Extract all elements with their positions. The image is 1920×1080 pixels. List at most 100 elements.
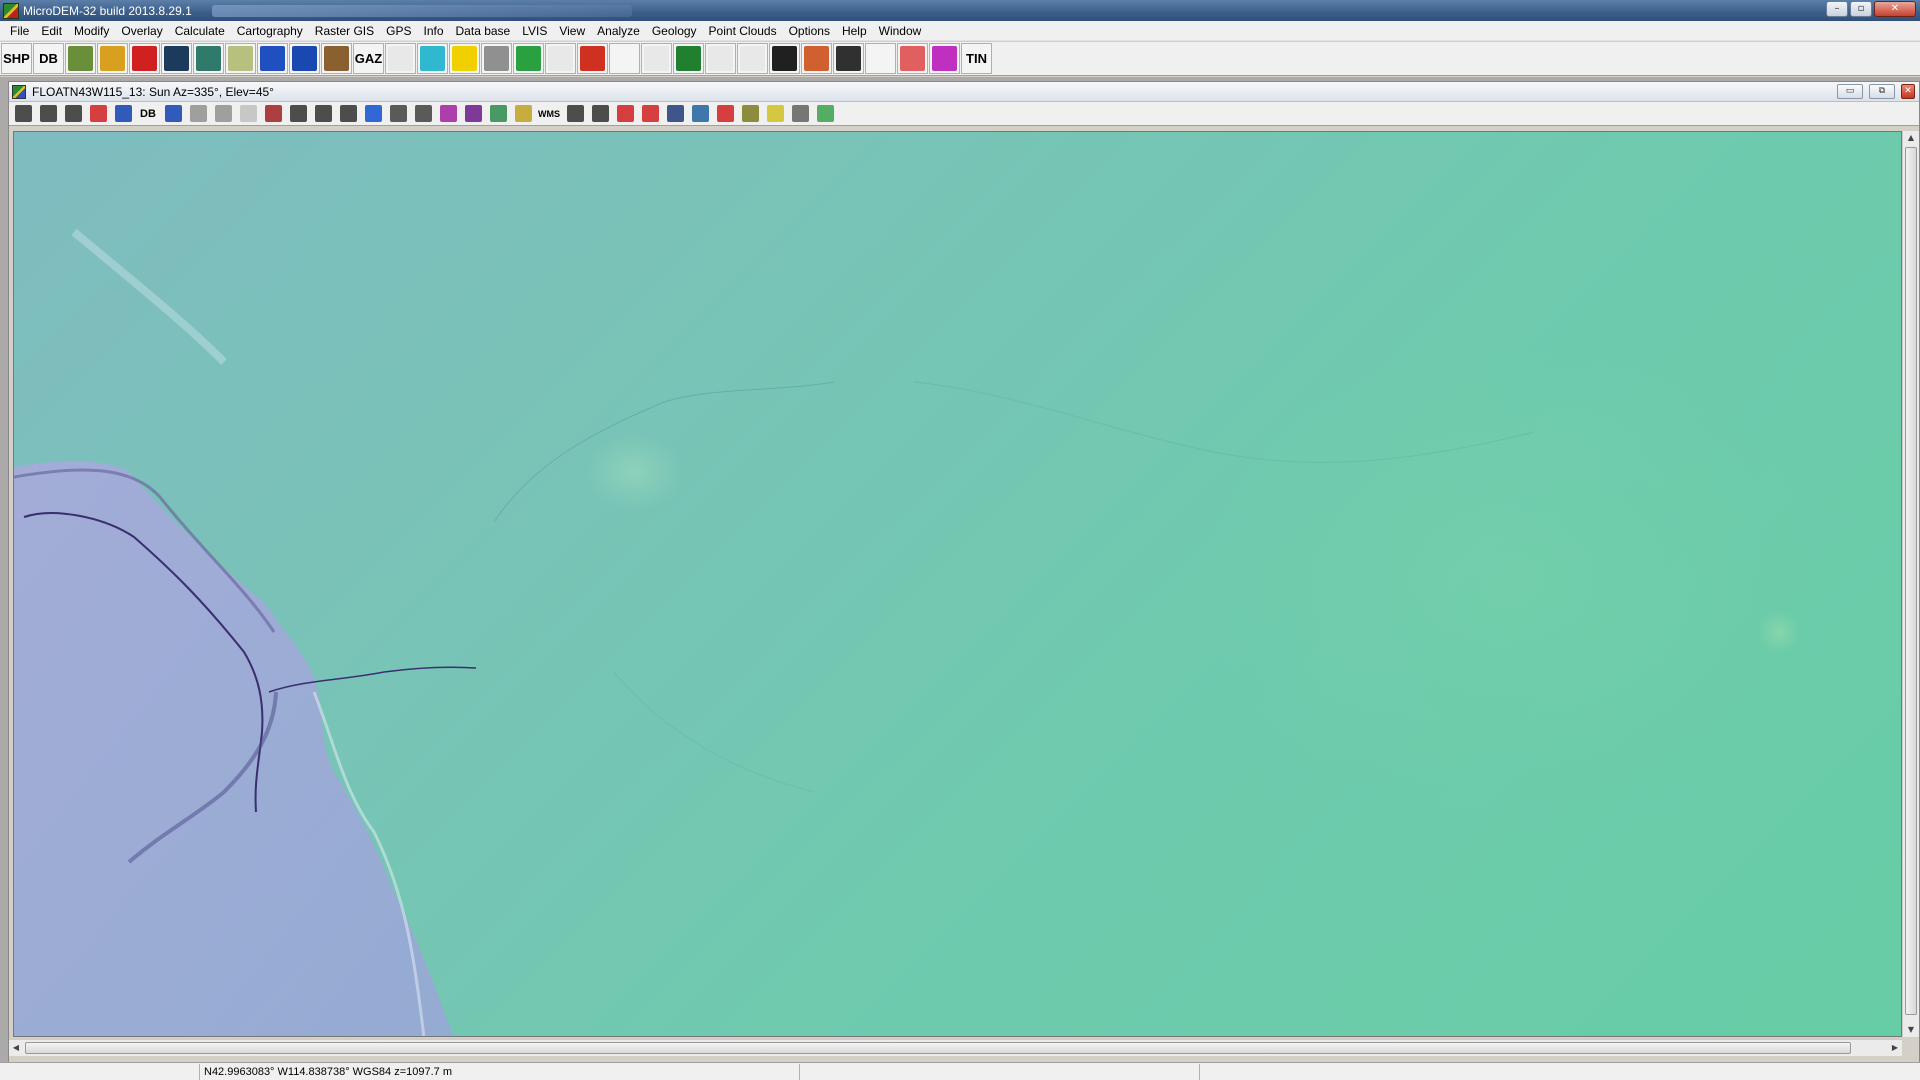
grid-button[interactable] [588,103,612,125]
overlay-button[interactable] [613,103,637,125]
globe-world-button[interactable] [289,43,320,74]
scroll-left-arrow[interactable]: ◀ [9,1040,23,1056]
profile-icon [548,46,573,71]
vertical-scroll-thumb[interactable] [1905,147,1917,1015]
map-db-button[interactable]: DB [136,103,160,125]
legend-button[interactable] [511,103,535,125]
menu-options[interactable]: Options [783,22,836,40]
green-dots-button[interactable] [813,103,837,125]
tin-button[interactable]: TIN [961,43,992,74]
menu-help[interactable]: Help [836,22,873,40]
subset-button[interactable] [261,103,285,125]
mountain-button[interactable] [461,103,485,125]
3d-block-button[interactable] [801,43,832,74]
layers-button[interactable] [65,43,96,74]
menu-info[interactable]: Info [418,22,450,40]
wireframe-globe-button[interactable] [833,43,864,74]
gps-button[interactable] [738,103,762,125]
sun-button[interactable] [449,43,480,74]
menu-geology[interactable]: Geology [646,22,703,40]
house-button[interactable] [673,43,704,74]
line-button[interactable] [411,103,435,125]
in-out-button[interactable] [385,43,416,74]
menu-window[interactable]: Window [873,22,928,40]
map-close-button[interactable]: ✕ [1901,84,1915,99]
map-minimize-button[interactable]: ▭ [1837,84,1863,99]
geology-color-button[interactable] [577,43,608,74]
dark-dem-button[interactable] [161,43,192,74]
menu-modify[interactable]: Modify [68,22,115,40]
scroll-right-arrow[interactable]: ▶ [1888,1040,1902,1056]
perspective-button[interactable] [641,43,672,74]
utm-button[interactable] [417,43,448,74]
menu-gps[interactable]: GPS [380,22,417,40]
zoom-box-button[interactable] [186,103,210,125]
pan-button[interactable] [211,103,235,125]
zoom-in-button[interactable] [286,103,310,125]
profile-button[interactable] [545,43,576,74]
zoom-all-button[interactable] [311,103,335,125]
measure-button[interactable] [386,103,410,125]
menu-calculate[interactable]: Calculate [169,22,231,40]
scroll-down-arrow[interactable]: ▼ [1903,1023,1919,1037]
scatter-button[interactable] [763,103,787,125]
globe-blue-button[interactable] [257,43,288,74]
purple-blob-button[interactable] [436,103,460,125]
table-button[interactable] [161,103,185,125]
scan-map-icon [228,46,253,71]
menu-raster-gis[interactable]: Raster GIS [309,22,380,40]
close-button[interactable]: ✕ [1874,1,1916,17]
terrain-text-button[interactable] [897,43,928,74]
bars-button[interactable] [788,103,812,125]
color-dem-button[interactable] [486,103,510,125]
wms-button[interactable]: WMS [536,103,562,125]
maximize-button[interactable]: ▫ [1850,1,1872,17]
copy-button[interactable] [36,103,60,125]
grid-mesh-button[interactable] [609,43,640,74]
save-button[interactable] [61,103,85,125]
shp-button[interactable]: SHP [1,43,32,74]
shaded-relief-map[interactable] [13,131,1902,1037]
menu-data-base[interactable]: Data base [450,22,517,40]
menu-overlay[interactable]: Overlay [115,22,168,40]
scan-map-button[interactable] [225,43,256,74]
record-button[interactable] [638,103,662,125]
terrain-color-button[interactable] [97,43,128,74]
zoom-out-button[interactable] [336,103,360,125]
select-button[interactable] [111,103,135,125]
menu-lvis[interactable]: LVIS [516,22,553,40]
print-button[interactable] [11,103,35,125]
crosshair-button[interactable] [236,103,260,125]
triangle-button[interactable] [865,43,896,74]
horizontal-scroll-thumb[interactable] [25,1042,1851,1054]
fly-through-button[interactable] [737,43,768,74]
help-button[interactable] [713,103,737,125]
menu-point-clouds[interactable]: Point Clouds [703,22,783,40]
minimize-button[interactable]: – [1826,1,1848,17]
map-restore-button[interactable]: ⧉ [1869,84,1895,99]
menu-cartography[interactable]: Cartography [231,22,309,40]
db-button[interactable]: DB [33,43,64,74]
menu-edit[interactable]: Edit [35,22,68,40]
los-button[interactable] [513,43,544,74]
target-button[interactable] [563,103,587,125]
dark-dem-icon [164,46,189,71]
oval-button[interactable] [688,103,712,125]
cube-button[interactable] [193,43,224,74]
refresh-button[interactable] [86,103,110,125]
fly-button[interactable] [705,43,736,74]
redraw-button[interactable] [361,103,385,125]
opengl-button[interactable] [769,43,800,74]
landsat-button[interactable] [663,103,687,125]
menu-view[interactable]: View [553,22,591,40]
horizontal-scrollbar[interactable]: ◀ ▶ [9,1039,1902,1056]
scroll-up-arrow[interactable]: ▲ [1903,131,1919,145]
menu-analyze[interactable]: Analyze [591,22,646,40]
striped-grid-button[interactable] [929,43,960,74]
gaz-button[interactable]: GAZ [353,43,384,74]
owl-button[interactable] [321,43,352,74]
menu-file[interactable]: File [4,22,35,40]
vertical-scrollbar[interactable]: ▲ ▼ [1902,131,1919,1037]
red-map-button[interactable] [129,43,160,74]
scan-button[interactable] [481,43,512,74]
